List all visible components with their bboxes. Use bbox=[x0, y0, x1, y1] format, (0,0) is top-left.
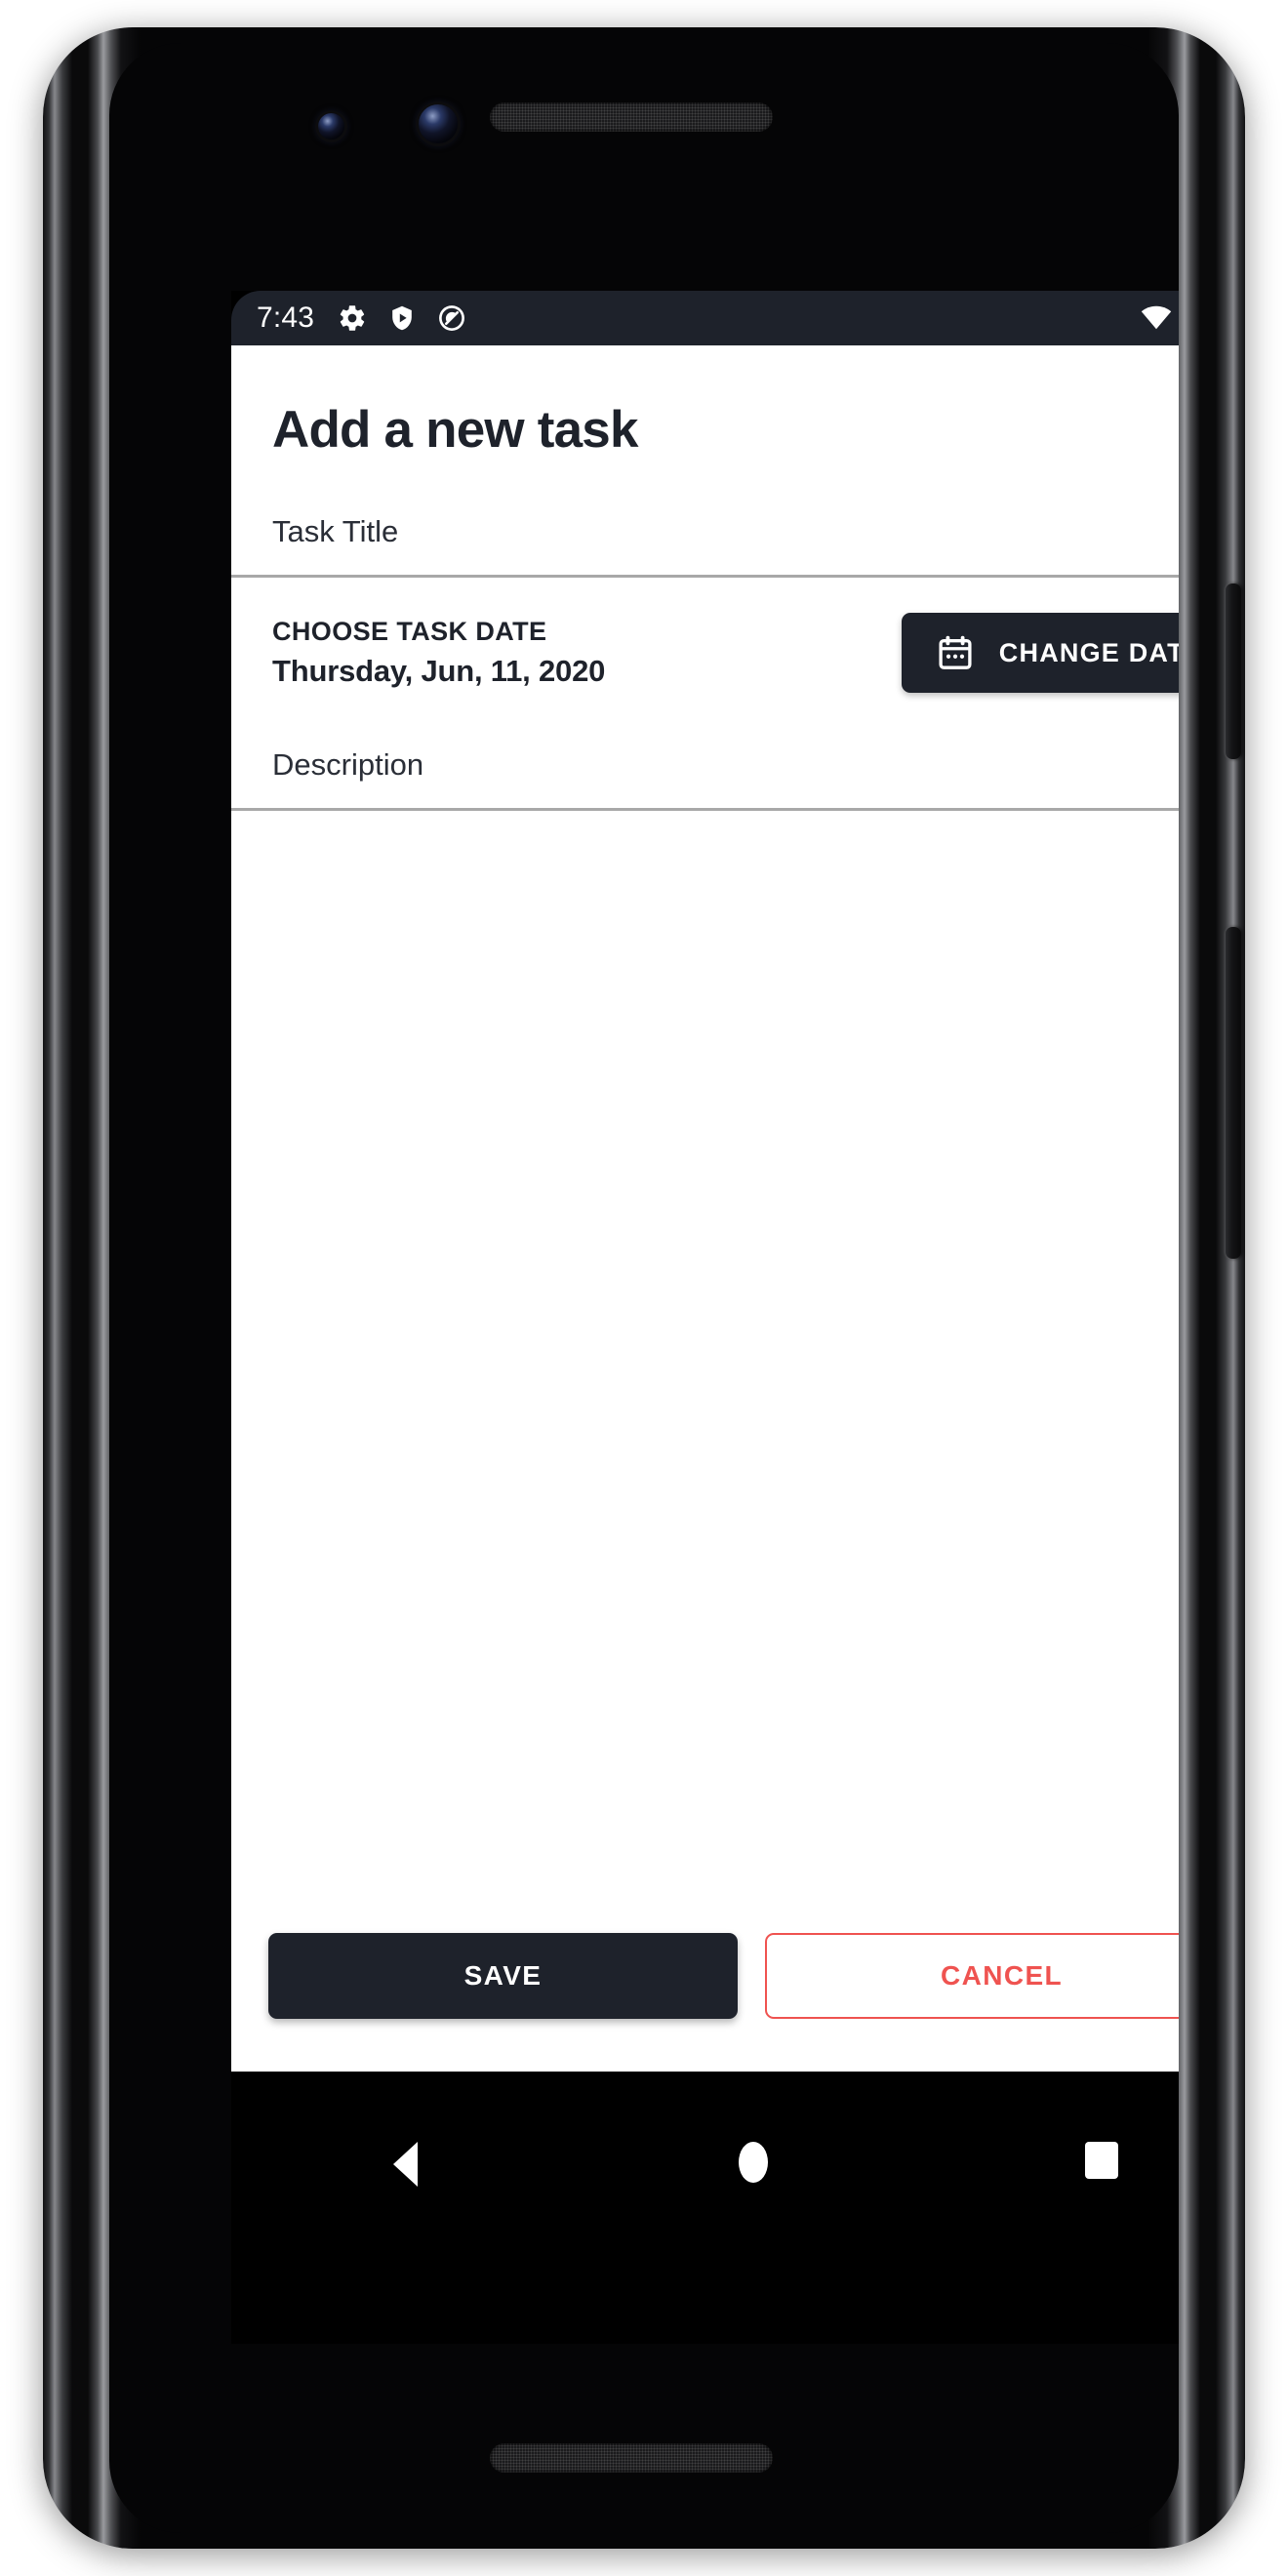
recents-key[interactable] bbox=[1043, 2142, 1160, 2179]
selected-date-value: Thursday, Jun, 11, 2020 bbox=[272, 654, 606, 688]
status-bar: 7:43 bbox=[231, 291, 1179, 345]
change-date-label: CHANGE DATE bbox=[998, 637, 1179, 667]
change-date-button[interactable]: CHANGE DATE bbox=[901, 613, 1179, 693]
phone-screen: 7:43 Add a new task Task Title CHOOSE TA… bbox=[231, 291, 1179, 2344]
phone-frame: 7:43 Add a new task Task Title CHOOSE TA… bbox=[43, 27, 1245, 2549]
wifi-icon bbox=[1141, 305, 1172, 330]
choose-task-date-label: CHOOSE TASK DATE bbox=[272, 617, 547, 646]
description-input[interactable]: Description bbox=[231, 747, 1179, 811]
action-bar: SAVE CANCEL bbox=[231, 1933, 1179, 2072]
power-button[interactable] bbox=[1226, 584, 1241, 759]
date-section: CHOOSE TASK DATE Thursday, Jun, 11, 2020 bbox=[231, 578, 1179, 693]
android-nav-bar bbox=[231, 2072, 1179, 2344]
description-placeholder: Description bbox=[272, 747, 424, 782]
back-key[interactable] bbox=[346, 2142, 463, 2187]
gear-icon bbox=[340, 305, 365, 331]
status-bar-clock: 7:43 bbox=[257, 302, 315, 334]
app-content: Add a new task Task Title CHOOSE TASK DA… bbox=[231, 345, 1179, 2072]
date-info: CHOOSE TASK DATE Thursday, Jun, 11, 2020 bbox=[272, 617, 605, 689]
home-key[interactable] bbox=[695, 2142, 812, 2183]
recents-square-icon bbox=[1084, 2142, 1118, 2179]
calendar-icon bbox=[939, 635, 972, 669]
save-button[interactable]: SAVE bbox=[268, 1933, 738, 2019]
bottom-speaker-grille bbox=[490, 2443, 773, 2473]
status-bar-left-icons bbox=[338, 303, 466, 333]
shield-play-icon bbox=[392, 305, 413, 331]
block-circle-icon bbox=[439, 305, 465, 331]
task-title-placeholder: Task Title bbox=[272, 514, 399, 548]
phone-body: 7:43 Add a new task Task Title CHOOSE TA… bbox=[109, 43, 1179, 2533]
cancel-button[interactable]: CANCEL bbox=[765, 1933, 1179, 2019]
proximity-sensor bbox=[318, 113, 344, 140]
task-title-input[interactable]: Task Title bbox=[231, 514, 1179, 578]
top-speaker-grille bbox=[490, 102, 773, 132]
page-title: Add a new task bbox=[272, 401, 638, 459]
back-triangle-icon bbox=[392, 2142, 418, 2187]
home-circle-icon bbox=[738, 2142, 768, 2183]
volume-button[interactable] bbox=[1226, 927, 1241, 1259]
status-bar-right-icons bbox=[1141, 303, 1179, 333]
front-camera bbox=[419, 104, 458, 143]
